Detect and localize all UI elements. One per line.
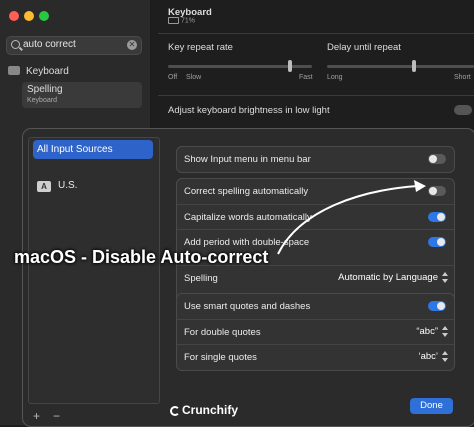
overlay-title: macOS - Disable Auto-correct: [14, 247, 269, 267]
annotation-arrow: [277, 180, 426, 255]
